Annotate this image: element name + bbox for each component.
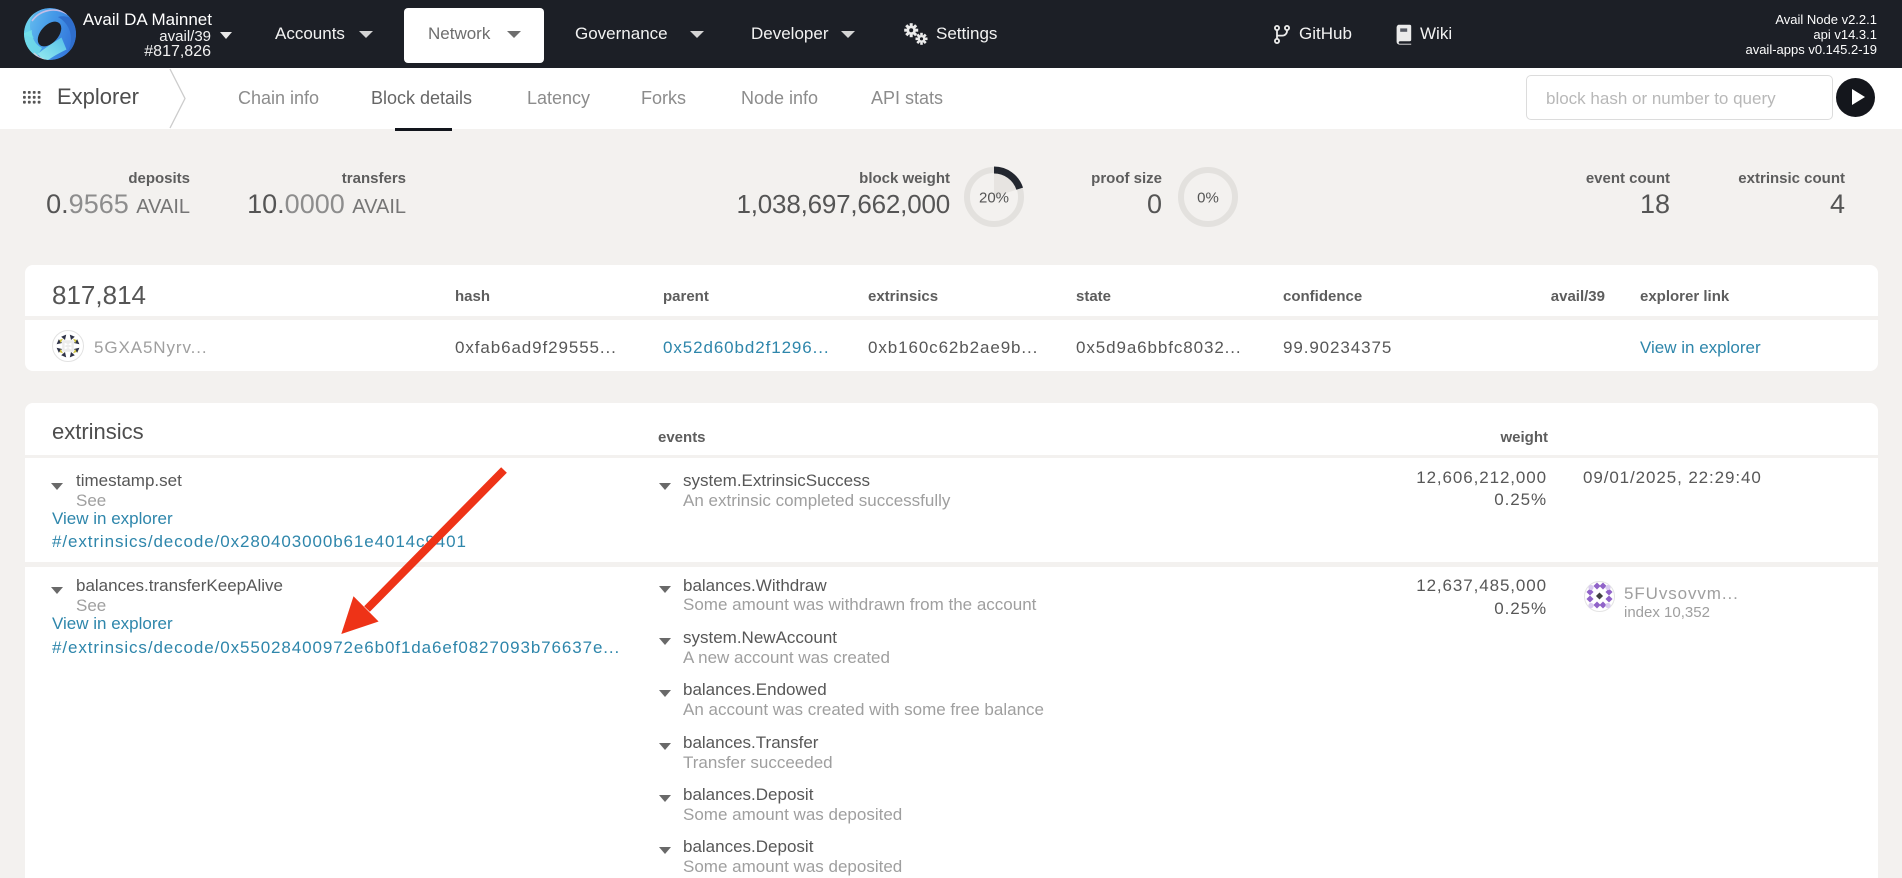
svg-text:0%: 0%: [1197, 190, 1219, 207]
svg-text:20%: 20%: [979, 190, 1009, 207]
